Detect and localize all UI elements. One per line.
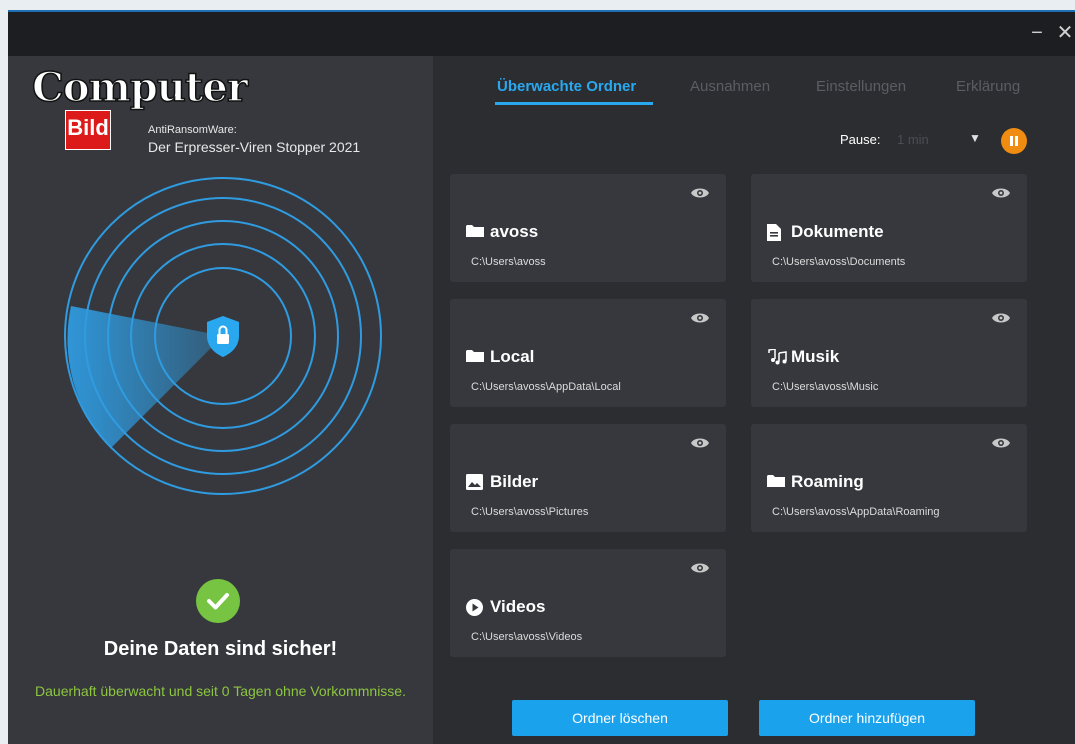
folder-path: C:\Users\avoss\Documents xyxy=(772,256,906,268)
folder-name: avoss xyxy=(490,222,539,241)
computer-bild-logo: Computer Bild xyxy=(31,65,249,150)
eye-icon[interactable] xyxy=(991,311,1011,325)
pause-duration-value: 1 min xyxy=(897,132,929,147)
play-icon xyxy=(466,599,483,616)
status-panel: Computer Bild AntiRansomWare: Der Erpres… xyxy=(8,56,433,744)
folder-path: C:\Users\avoss\Pictures xyxy=(471,506,589,518)
folder-name: Musik xyxy=(791,347,840,366)
radar-visual xyxy=(64,177,382,495)
folder-icon xyxy=(466,225,484,237)
product-subtitle-line2: Der Erpresser-Viren Stopper 2021 xyxy=(148,139,361,155)
radar-sweep xyxy=(67,306,224,448)
folder-name: Bilder xyxy=(490,472,539,491)
bild-badge: Bild xyxy=(65,110,111,150)
folder-path: C:\Users\avoss\Videos xyxy=(471,631,583,643)
status-title: Deine Daten sind sicher! xyxy=(103,638,338,660)
image-icon xyxy=(466,474,483,490)
pause-label: Pause: xyxy=(840,132,881,147)
music-icon xyxy=(768,349,787,365)
tab-erklaerung[interactable]: Erklärung xyxy=(956,78,1020,95)
folder-icon xyxy=(767,475,785,487)
active-tab-indicator xyxy=(495,102,653,105)
folder-card-musik[interactable]: Musik C:\Users\avoss\Music xyxy=(751,299,1027,407)
tab-einstellungen[interactable]: Einstellungen xyxy=(816,78,906,95)
title-bar: − ✕ xyxy=(8,12,1075,56)
eye-icon[interactable] xyxy=(690,561,710,575)
folder-card-videos[interactable]: Videos C:\Users\avoss\Videos xyxy=(450,549,726,657)
eye-icon[interactable] xyxy=(991,436,1011,450)
pause-button[interactable] xyxy=(1001,128,1027,154)
close-button[interactable]: ✕ xyxy=(1054,20,1075,46)
status-subtitle: Dauerhaft überwacht und seit 0 Tagen ohn… xyxy=(35,683,406,699)
folder-card-local[interactable]: Local C:\Users\avoss\AppData\Local xyxy=(450,299,726,407)
delete-folder-button[interactable]: Ordner löschen xyxy=(512,700,728,736)
folder-card-bilder[interactable]: Bilder C:\Users\avoss\Pictures xyxy=(450,424,726,532)
bild-badge-text: Bild xyxy=(67,115,109,140)
pause-duration-select[interactable]: 1 min ▼ xyxy=(891,127,983,151)
eye-icon[interactable] xyxy=(690,436,710,450)
eye-icon[interactable] xyxy=(991,186,1011,200)
chevron-down-icon: ▼ xyxy=(969,131,981,145)
add-folder-button[interactable]: Ordner hinzufügen xyxy=(759,700,975,736)
folder-name: Roaming xyxy=(791,472,864,491)
tab-ueberwachte-ordner[interactable]: Überwachte Ordner xyxy=(497,78,636,95)
pause-icon xyxy=(1010,136,1018,146)
folder-name: Videos xyxy=(490,597,546,616)
app-window: − ✕ Computer Bild AntiRansomWare: Der Er… xyxy=(8,10,1075,744)
folder-path: C:\Users\avoss xyxy=(471,256,546,268)
logo-word: Computer xyxy=(31,64,248,111)
minimize-button[interactable]: − xyxy=(1026,20,1048,46)
folder-path: C:\Users\avoss\AppData\Local xyxy=(471,381,621,393)
folder-name: Dokumente xyxy=(791,222,884,241)
folder-name: Local xyxy=(490,347,535,366)
folder-path: C:\Users\avoss\AppData\Roaming xyxy=(772,506,940,518)
product-subtitle-line1: AntiRansomWare: xyxy=(148,124,237,136)
main-panel: Überwachte Ordner Ausnahmen Einstellunge… xyxy=(433,56,1075,744)
folder-card-roaming[interactable]: Roaming C:\Users\avoss\AppData\Roaming xyxy=(751,424,1027,532)
folder-card-avoss[interactable]: avoss C:\Users\avoss xyxy=(450,174,726,282)
eye-icon[interactable] xyxy=(690,186,710,200)
folder-icon xyxy=(466,350,484,362)
eye-icon[interactable] xyxy=(690,311,710,325)
tab-ausnahmen[interactable]: Ausnahmen xyxy=(690,78,770,95)
check-icon xyxy=(196,579,240,623)
folder-path: C:\Users\avoss\Music xyxy=(772,381,879,393)
folder-card-dokumente[interactable]: Dokumente C:\Users\avoss\Documents xyxy=(751,174,1027,282)
document-icon xyxy=(767,224,781,241)
shield-lock-icon xyxy=(207,316,239,357)
